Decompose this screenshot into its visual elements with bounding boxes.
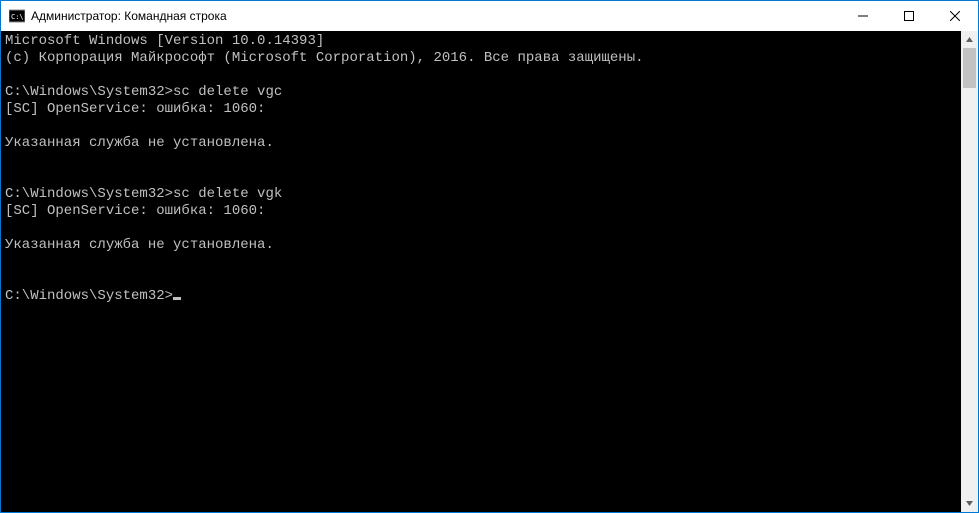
terminal-line: Указанная служба не установлена. — [5, 135, 274, 151]
maximize-button[interactable] — [886, 1, 932, 31]
scroll-down-button[interactable] — [961, 495, 978, 512]
terminal-line: Указанная служба не установлена. — [5, 237, 274, 253]
titlebar[interactable]: C:\ Администратор: Командная строка — [1, 1, 978, 31]
client-area: Microsoft Windows [Version 10.0.14393] (… — [1, 31, 978, 512]
cmd-icon: C:\ — [9, 8, 25, 24]
terminal-line: [SC] OpenService: ошибка: 1060: — [5, 101, 265, 117]
terminal-line: (c) Корпорация Майкрософт (Microsoft Cor… — [5, 50, 644, 66]
command-prompt-window: C:\ Администратор: Командная строка Micr… — [0, 0, 979, 513]
close-button[interactable] — [932, 1, 978, 31]
terminal-line: C:\Windows\System32>sc delete vgc — [5, 84, 282, 100]
vertical-scrollbar[interactable] — [961, 31, 978, 512]
window-title: Администратор: Командная строка — [31, 9, 840, 23]
window-controls — [840, 1, 978, 31]
terminal-line: [SC] OpenService: ошибка: 1060: — [5, 203, 265, 219]
cursor — [173, 297, 181, 300]
minimize-button[interactable] — [840, 1, 886, 31]
terminal-prompt: C:\Windows\System32> — [5, 288, 173, 304]
scrollbar-thumb[interactable] — [963, 48, 976, 88]
scroll-up-button[interactable] — [961, 31, 978, 48]
terminal-line: C:\Windows\System32>sc delete vgk — [5, 186, 282, 202]
terminal-output[interactable]: Microsoft Windows [Version 10.0.14393] (… — [1, 31, 961, 512]
svg-text:C:\: C:\ — [11, 13, 24, 21]
scrollbar-track[interactable] — [961, 48, 978, 495]
terminal-line: Microsoft Windows [Version 10.0.14393] — [5, 33, 324, 49]
